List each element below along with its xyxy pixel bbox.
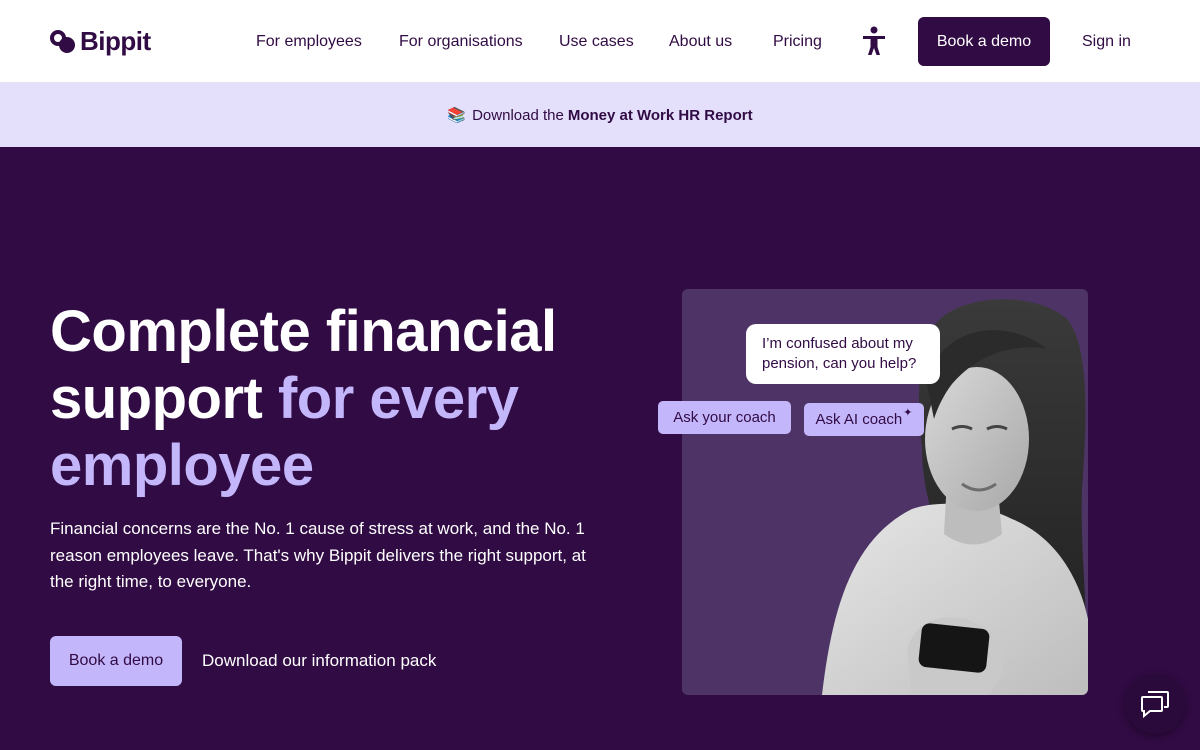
chat-bubble-pension: I’m confused about my pension, can you h… [746,324,940,384]
books-icon: 📚 [447,107,467,124]
ask-ai-coach-label: Ask AI coach [815,411,903,428]
logo-mark-icon [50,29,76,54]
nav-about-us[interactable]: About us [669,33,732,51]
hero-title-accent-2: employee [50,433,314,498]
nav-for-organisations[interactable]: For organisations [399,33,523,51]
hero-title-line2: support [50,366,263,431]
chat-bubbles-icon [1141,691,1169,718]
header-book-demo-button[interactable]: Book a demo [918,17,1050,66]
ask-ai-coach-chip: Ask AI coach ✦ [804,403,924,436]
nav-use-cases[interactable]: Use cases [559,33,634,51]
nav-pricing[interactable]: Pricing [773,33,822,51]
accessibility-person-icon[interactable] [860,26,888,56]
hero-title-line1: Complete financial [50,299,557,364]
sign-in-link[interactable]: Sign in [1082,33,1131,51]
chat-launcher-button[interactable] [1125,674,1185,734]
nav-for-employees[interactable]: For employees [256,33,362,51]
site-header: Bippit For employees For organisations U… [0,0,1200,83]
hero-subtitle: Financial concerns are the No. 1 cause o… [50,519,586,591]
logo-text: Bippit [80,26,151,56]
sparkle-icon: ✦ [903,407,913,419]
hero-book-demo-button[interactable]: Book a demo [50,636,182,686]
ask-coach-chip: Ask your coach [658,401,791,434]
ask-coach-label: Ask your coach [673,409,776,426]
logo[interactable]: Bippit [50,26,151,57]
banner-report-title[interactable]: Money at Work HR Report [568,107,753,124]
hero-title: Complete financial support for every emp… [50,298,610,499]
banner-prefix: Download the [472,106,564,124]
download-info-pack-link[interactable]: Download our information pack [202,651,436,671]
report-banner[interactable]: 📚 Download the Money at Work HR Report [0,83,1200,147]
hero-title-accent-1: for every [277,366,519,431]
